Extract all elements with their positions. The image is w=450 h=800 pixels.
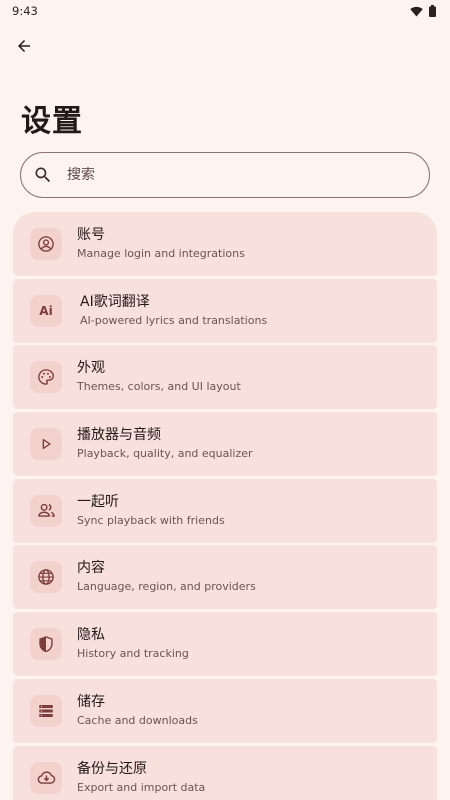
shield-icon [39, 636, 53, 653]
item-subtitle: Sync playback with friends [77, 513, 225, 527]
page-title: 设置 [21, 104, 83, 139]
item-title: 隐私 [77, 627, 105, 644]
settings-item-appearance[interactable]: 外观 Themes, colors, and UI layout [13, 345, 437, 410]
wifi-icon [410, 6, 423, 16]
battery-icon [429, 5, 436, 17]
item-icon-container [30, 361, 62, 394]
item-title: 播放器与音频 [77, 427, 161, 444]
group-icon [37, 504, 55, 518]
item-text: 一起听 Sync playback with friends [77, 493, 225, 529]
top-app-bar [8, 30, 40, 62]
item-icon-container [30, 428, 62, 461]
item-title: 储存 [77, 693, 105, 710]
item-icon-container [30, 628, 62, 661]
back-button[interactable] [8, 30, 40, 62]
search-input[interactable] [67, 167, 397, 183]
item-text: 备份与还原 Export and import data [77, 760, 205, 796]
item-text: 内容 Language, region, and providers [77, 559, 256, 595]
item-icon-container [30, 694, 62, 727]
settings-item-player-audio[interactable]: 播放器与音频 Playback, quality, and equalizer [13, 412, 437, 477]
settings-item-listen-together[interactable]: 一起听 Sync playback with friends [13, 478, 437, 543]
settings-item-storage[interactable]: 储存 Cache and downloads [13, 678, 437, 743]
item-subtitle: Manage login and integrations [77, 247, 245, 260]
item-subtitle: Export and import data [77, 780, 206, 794]
search-icon [35, 167, 51, 183]
status-bar: 9:43 [0, 0, 450, 22]
item-title: 一起听 [77, 493, 119, 510]
item-title: 备份与还原 [77, 760, 147, 777]
ai-icon: Ai [30, 294, 62, 327]
settings-list: 账号 Manage login and integrations Ai AI歌词… [13, 212, 437, 800]
item-icon-container [30, 561, 62, 594]
item-subtitle: AI-powered lyrics and translations [80, 313, 268, 327]
play-icon [42, 439, 51, 450]
settings-item-backup-restore[interactable]: 备份与还原 Export and import data [13, 745, 437, 800]
search-bar[interactable] [20, 152, 430, 198]
item-title: AI歌词翻译 [80, 293, 150, 310]
globe-icon [38, 569, 54, 586]
settings-item-privacy[interactable]: 隐私 History and tracking [13, 612, 437, 677]
cloud-download-icon [37, 771, 55, 784]
item-title: 内容 [77, 560, 105, 577]
ai-icon-text: Ai [39, 303, 53, 318]
account-circle-icon [38, 236, 54, 252]
settings-item-content[interactable]: 内容 Language, region, and providers [13, 545, 437, 610]
item-title: 外观 [77, 360, 105, 377]
item-text: 播放器与音频 Playback, quality, and equalizer [77, 426, 253, 462]
item-subtitle: Cache and downloads [77, 713, 198, 727]
settings-screen: 9:43 设置 搜索 账号 Manage login and integrati… [0, 0, 450, 800]
status-icons [410, 5, 436, 17]
settings-item-ai-lyrics[interactable]: Ai AI歌词翻译 AI-powered lyrics and translat… [13, 278, 437, 343]
item-subtitle: History and tracking [77, 647, 189, 661]
item-text: 外观 Themes, colors, and UI layout [77, 359, 241, 395]
item-text: 隐私 History and tracking [77, 626, 189, 662]
storage-icon [39, 704, 53, 717]
item-icon-container [30, 228, 62, 260]
item-subtitle: Themes, colors, and UI layout [77, 380, 241, 394]
item-icon-container [30, 761, 62, 794]
item-subtitle: Language, region, and providers [77, 580, 256, 594]
palette-icon [38, 369, 54, 386]
settings-item-account[interactable]: 账号 Manage login and integrations [13, 212, 437, 276]
item-text: AI歌词翻译 AI-powered lyrics and translation… [80, 293, 267, 329]
item-icon-container [30, 494, 62, 527]
item-subtitle: Playback, quality, and equalizer [77, 447, 253, 461]
item-title: 账号 [77, 227, 105, 243]
status-time: 9:43 [12, 4, 38, 18]
item-text: 账号 Manage login and integrations [77, 226, 245, 262]
item-text: 储存 Cache and downloads [77, 693, 198, 729]
arrow-back-icon [18, 40, 30, 52]
